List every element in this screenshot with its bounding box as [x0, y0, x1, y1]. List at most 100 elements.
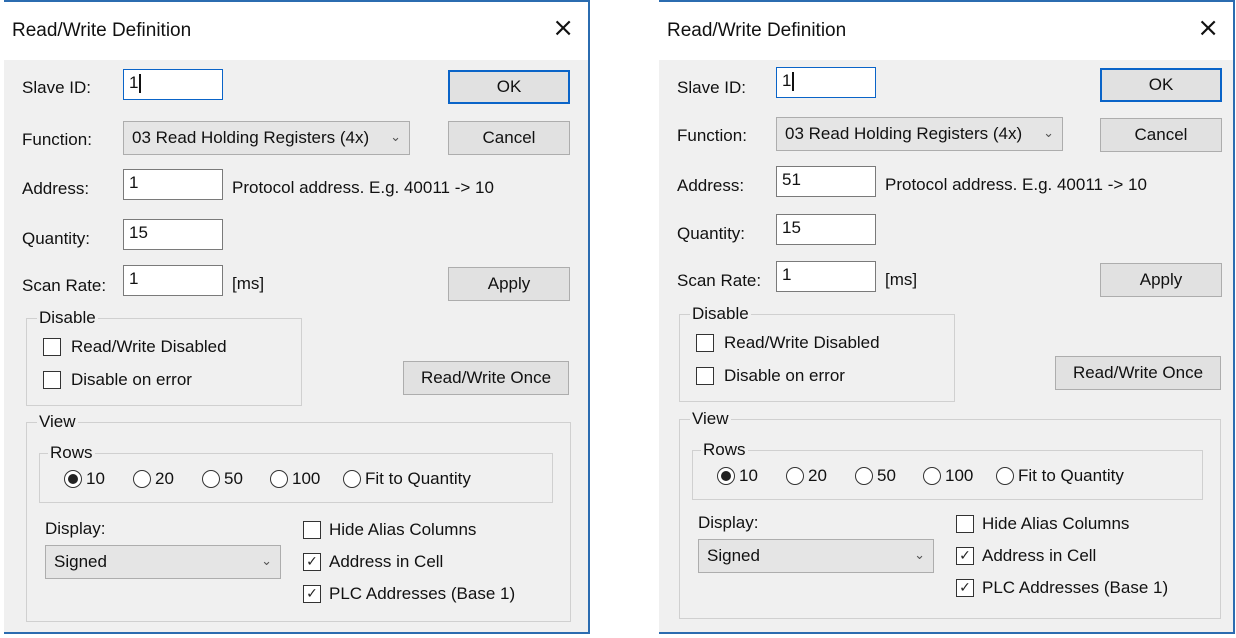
rows-100-radio[interactable] — [923, 467, 941, 485]
rows-20-radio[interactable] — [133, 470, 151, 488]
checkmark-icon: ✓ — [959, 548, 971, 564]
view-group: View Rows 10 20 50 100 Fit to Quantity D… — [26, 412, 571, 622]
checkmark-icon: ✓ — [306, 554, 318, 570]
address-label: Address: — [22, 179, 90, 198]
scan-rate-label: Scan Rate: — [22, 276, 107, 295]
dialog-title: Read/Write Definition — [12, 20, 192, 41]
hide-alias-label: Hide Alias Columns — [982, 514, 1130, 533]
rw-definition-dialog-2: Read/Write Definition × Slave ID: 1 OK F… — [659, 0, 1235, 634]
ok-button[interactable]: OK — [448, 70, 570, 104]
function-value: 03 Read Holding Registers (4x) — [785, 124, 1023, 143]
apply-button[interactable]: Apply — [448, 267, 570, 301]
display-value: Signed — [707, 546, 760, 565]
address-hint: Protocol address. E.g. 40011 -> 10 — [885, 175, 1147, 194]
address-in-cell-label: Address in Cell — [982, 546, 1097, 565]
hide-alias-checkbox[interactable] — [303, 521, 321, 539]
rw-disabled-checkbox[interactable] — [696, 334, 714, 352]
function-select[interactable]: 03 Read Holding Registers (4x) ⌄ — [123, 121, 410, 155]
rows-100-radio[interactable] — [270, 470, 288, 488]
rows-fit-radio[interactable] — [343, 470, 361, 488]
disable-on-error-checkbox[interactable] — [696, 367, 714, 385]
dialog-title: Read/Write Definition — [667, 20, 847, 41]
scan-rate-input[interactable]: 1 — [123, 265, 223, 296]
chevron-down-icon: ⌄ — [914, 548, 925, 563]
quantity-input[interactable]: 15 — [123, 219, 223, 250]
rows-group-title: Rows — [48, 443, 95, 463]
rows-20-radio[interactable] — [786, 467, 804, 485]
display-select[interactable]: Signed ⌄ — [698, 539, 934, 573]
rows-10-radio[interactable] — [64, 470, 82, 488]
disable-on-error-label: Disable on error — [71, 370, 192, 389]
slave-id-value: 1 — [782, 71, 792, 90]
rows-fit-label: Fit to Quantity — [365, 469, 471, 488]
rows-10-radio[interactable] — [717, 467, 735, 485]
disable-group: Disable Read/Write Disabled Disable on e… — [679, 304, 955, 402]
plc-addresses-label: PLC Addresses (Base 1) — [329, 584, 516, 603]
rows-100-label: 100 — [945, 466, 974, 485]
chevron-down-icon: ⌄ — [390, 130, 401, 145]
rows-fit-radio[interactable] — [996, 467, 1014, 485]
read-write-once-button[interactable]: Read/Write Once — [1055, 356, 1221, 390]
function-label: Function: — [677, 126, 747, 145]
slave-id-label: Slave ID: — [22, 78, 91, 97]
rows-group-title: Rows — [701, 440, 748, 460]
view-group: View Rows 10 20 50 100 Fit to Quantity D… — [679, 409, 1221, 619]
disable-on-error-label: Disable on error — [724, 366, 845, 385]
plc-addresses-checkbox[interactable]: ✓ — [956, 579, 974, 597]
slave-id-label: Slave ID: — [677, 78, 746, 97]
quantity-input[interactable]: 15 — [776, 214, 876, 245]
address-input[interactable]: 1 — [123, 169, 223, 200]
plc-addresses-checkbox[interactable]: ✓ — [303, 585, 321, 603]
scan-rate-unit: [ms] — [885, 270, 918, 289]
close-icon[interactable]: × — [1197, 13, 1219, 43]
address-in-cell-label: Address in Cell — [329, 552, 444, 571]
scan-rate-unit: [ms] — [232, 274, 265, 293]
address-input[interactable]: 51 — [776, 166, 876, 197]
rw-disabled-checkbox[interactable] — [43, 338, 61, 356]
cancel-button[interactable]: Cancel — [448, 121, 570, 155]
address-in-cell-checkbox[interactable]: ✓ — [303, 553, 321, 571]
address-hint: Protocol address. E.g. 40011 -> 10 — [232, 178, 494, 197]
dialog-body: Slave ID: 1 OK Function: 03 Read Holding… — [4, 58, 588, 632]
checkmark-icon: ✓ — [959, 580, 971, 596]
rows-20-label: 20 — [155, 469, 174, 488]
scan-rate-input[interactable]: 1 — [776, 261, 876, 292]
disable-group: Disable Read/Write Disabled Disable on e… — [26, 308, 302, 406]
display-select[interactable]: Signed ⌄ — [45, 545, 281, 579]
function-select[interactable]: 03 Read Holding Registers (4x) ⌄ — [776, 117, 1063, 151]
disable-on-error-checkbox[interactable] — [43, 371, 61, 389]
close-icon[interactable]: × — [552, 13, 574, 43]
rw-disabled-label: Read/Write Disabled — [724, 333, 880, 352]
read-write-once-button[interactable]: Read/Write Once — [403, 361, 569, 395]
rows-50-radio[interactable] — [202, 470, 220, 488]
slave-id-input[interactable]: 1 — [123, 69, 223, 100]
plc-addresses-label: PLC Addresses (Base 1) — [982, 578, 1169, 597]
rows-50-label: 50 — [877, 466, 896, 485]
slave-id-input[interactable]: 1 — [776, 67, 876, 98]
title-bar: Read/Write Definition × — [659, 0, 1233, 60]
cancel-button[interactable]: Cancel — [1100, 118, 1222, 152]
display-label: Display: — [45, 519, 106, 538]
display-value: Signed — [54, 552, 107, 571]
hide-alias-checkbox[interactable] — [956, 515, 974, 533]
rows-10-label: 10 — [86, 469, 105, 488]
address-label: Address: — [677, 176, 745, 195]
display-label: Display: — [698, 513, 759, 532]
chevron-down-icon: ⌄ — [1043, 126, 1054, 141]
apply-button[interactable]: Apply — [1100, 263, 1222, 297]
address-in-cell-checkbox[interactable]: ✓ — [956, 547, 974, 565]
quantity-label: Quantity: — [22, 229, 91, 248]
rows-50-label: 50 — [224, 469, 243, 488]
ok-button[interactable]: OK — [1100, 68, 1222, 102]
dialog-body: Slave ID: 1 OK Function: 03 Read Holding… — [659, 58, 1233, 632]
rows-10-label: 10 — [739, 466, 758, 485]
disable-group-title: Disable — [37, 308, 98, 328]
rows-group: Rows 10 20 50 100 Fit to Quantity — [692, 440, 1203, 500]
rows-50-radio[interactable] — [855, 467, 873, 485]
rows-100-label: 100 — [292, 469, 321, 488]
view-group-title: View — [37, 412, 78, 432]
rw-definition-dialog-1: Read/Write Definition × Slave ID: 1 OK F… — [4, 0, 590, 634]
rw-disabled-label: Read/Write Disabled — [71, 337, 227, 356]
quantity-label: Quantity: — [677, 224, 746, 243]
hide-alias-label: Hide Alias Columns — [329, 520, 477, 539]
